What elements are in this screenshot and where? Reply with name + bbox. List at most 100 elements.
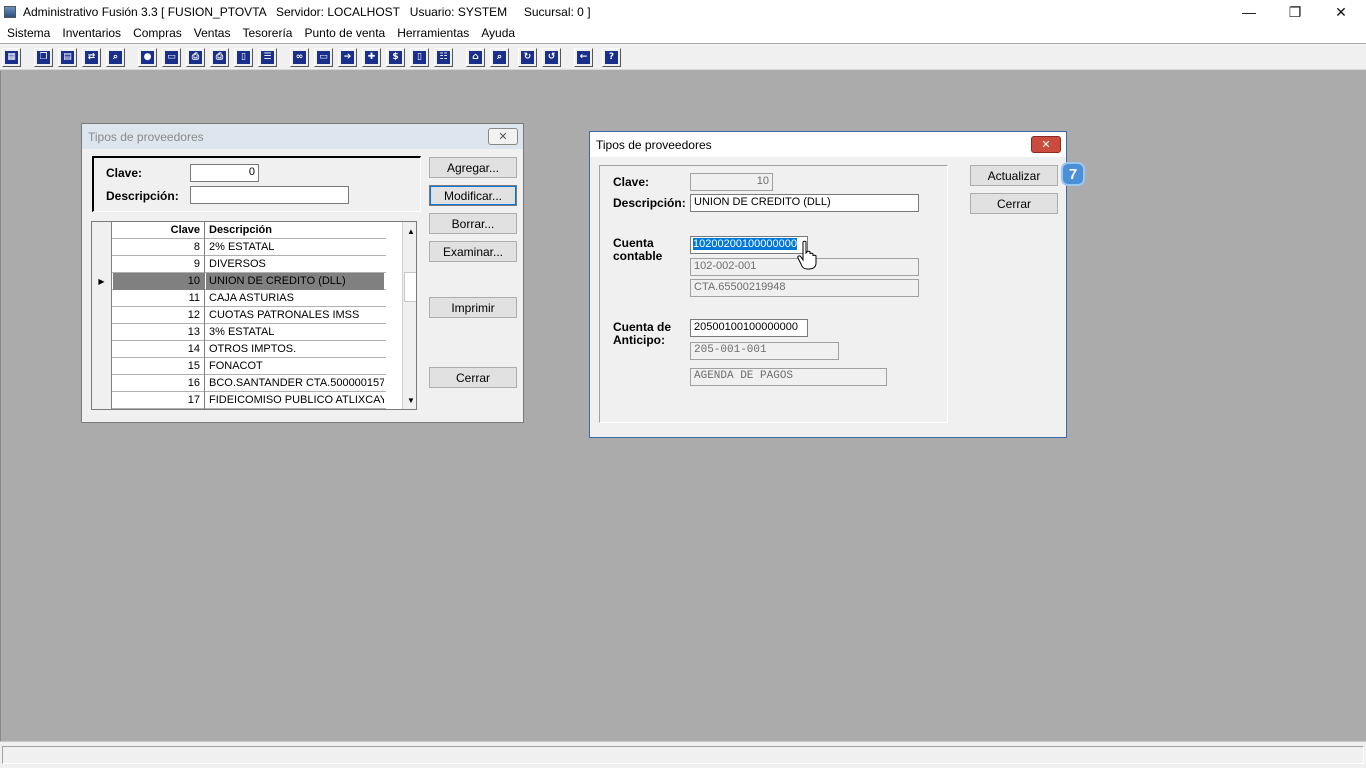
user-button[interactable]: ● [138,48,157,67]
examinar-button[interactable]: Examinar... [429,241,517,262]
row-indicator [92,239,112,256]
undo-icon: ↺ [545,51,558,64]
column-header-clave[interactable]: Clave [113,222,205,239]
refresh-icon: ↻ [521,51,534,64]
add-icon: ✚ [365,51,378,64]
menu-inventarios[interactable]: Inventarios [56,24,127,43]
printer-icon: ⎙ [213,51,226,64]
table-row[interactable]: 12 CUOTAS PATRONALES IMSS [92,307,386,324]
table-icon: ☷ [437,51,450,64]
cell-descripcion: OTROS IMPTOS. [209,343,297,355]
restore-button[interactable]: ❐ [1272,0,1318,24]
table-row[interactable]: 13 3% ESTATAL [92,324,386,341]
row-indicator [92,256,112,273]
filter-descripcion-input[interactable] [190,186,349,204]
table-row-selected[interactable]: ▶ 10 UNION DE CREDITO (DLL) [92,273,386,290]
table-row[interactable]: 16 BCO.SANTANDER CTA.5000001576 [92,375,386,392]
minimize-button[interactable]: — [1226,0,1272,24]
binoculars-icon: ∞ [293,51,306,64]
cuenta-contable-name: CTA.65500219948 [690,279,919,297]
scroll-up-icon[interactable]: ▲ [404,224,416,240]
print-icon: ⎙ [189,51,202,64]
cell-clave: 8 [113,239,205,256]
table-row[interactable]: 17 FIDEICOMISO PUBLICO ATLIXCAYO [92,392,386,409]
report-button[interactable]: ▯ [410,48,429,67]
undo-button[interactable]: ↺ [542,48,561,67]
zoom-icon: ⌕ [109,51,122,64]
add-button[interactable]: ✚ [362,48,381,67]
refresh-button[interactable]: ↻ [518,48,537,67]
status-panel [2,746,1364,764]
cuenta-anticipo-input[interactable]: 20500100100000000 [690,319,808,337]
modificar-button[interactable]: Modificar... [429,185,517,206]
cell-clave: 9 [113,256,205,273]
cuenta-contable-input[interactable]: 10200200100000000 [690,236,808,254]
dollar-button[interactable]: $ [386,48,405,67]
search-button[interactable]: ⌕ [490,48,509,67]
list-dialog-title: Tipos de proveedores [88,129,204,144]
help-button[interactable]: ? [602,48,621,67]
cuenta-anticipo-label-line1: Cuenta de [613,320,672,334]
agregar-button[interactable]: Agregar... [429,157,517,178]
row-indicator [92,375,112,392]
column-header-descripcion[interactable]: Descripción [206,222,384,239]
box-button[interactable]: ▭ [314,48,333,67]
menu-ventas[interactable]: Ventas [188,24,237,43]
cerrar-list-button[interactable]: Cerrar [429,367,517,388]
table-row[interactable]: 15 FONACOT [92,358,386,375]
row-indicator [92,341,112,358]
row-indicator [92,358,112,375]
menu-sistema[interactable]: Sistema [1,24,56,43]
cuenta-contable-label-line1: Cuenta [613,236,654,250]
edit-dialog-title: Tipos de proveedores [596,137,712,152]
cell-clave: 15 [113,358,205,375]
close-window-button[interactable]: ✕ [1318,0,1364,24]
cell-descripcion: 3% ESTATAL [209,326,275,338]
table-row[interactable]: 11 CAJA ASTURIAS [92,290,386,307]
scroll-thumb[interactable] [404,272,416,302]
back-button[interactable]: ← [574,48,593,67]
menu-herramientas[interactable]: Herramientas [391,24,475,43]
printer-button[interactable]: ⎙ [210,48,229,67]
print-button[interactable]: ⎙ [186,48,205,67]
menu-ayuda[interactable]: Ayuda [475,24,521,43]
list-button[interactable]: ☰ [258,48,277,67]
table-row[interactable]: 14 OTROS IMPTOS. [92,341,386,358]
exchange-button[interactable]: ⇄ [82,48,101,67]
cerrar-edit-button[interactable]: Cerrar [970,193,1058,214]
cell-descripcion: FONACOT [209,360,263,372]
filter-clave-input[interactable]: 0 [190,164,259,182]
export-button[interactable]: ➔ [338,48,357,67]
imprimir-button[interactable]: Imprimir [429,297,517,318]
cell-descripcion: DIVERSOS [209,258,266,270]
table-row[interactable]: 8 2% ESTATAL [92,239,386,256]
list-dialog-close-button[interactable]: ✕ [488,128,518,145]
table-button[interactable]: ☷ [434,48,453,67]
calculator-button[interactable]: ▦ [2,48,21,67]
folder-button[interactable]: ▭ [162,48,181,67]
export-icon: ➔ [341,51,354,64]
menu-punto-de-venta[interactable]: Punto de venta [298,24,391,43]
edit-dialog-close-button[interactable]: ✕ [1031,136,1061,153]
actualizar-button[interactable]: Actualizar [970,165,1058,186]
menu-tesoreria[interactable]: Tesorería [236,24,298,43]
document-button[interactable]: ▯ [234,48,253,67]
home-button[interactable]: ⌂ [466,48,485,67]
copy-icon: ❐ [37,51,50,64]
grid-scrollbar[interactable]: ▲ ▼ [402,222,416,409]
title-bar: Administrativo Fusión 3.3 [ FUSION_PTOVT… [0,0,1366,24]
cell-clave: 14 [113,341,205,358]
binoculars-button[interactable]: ∞ [290,48,309,67]
hand-cursor-icon [797,240,817,270]
folder-icon: ▭ [165,51,178,64]
cell-descripcion: BCO.SANTANDER CTA.5000001576 [209,377,384,389]
scroll-down-icon[interactable]: ▼ [404,393,416,409]
clipboard-button[interactable]: ▤ [58,48,77,67]
menu-compras[interactable]: Compras [127,24,188,43]
zoom-button[interactable]: ⌕ [106,48,125,67]
borrar-button[interactable]: Borrar... [429,213,517,234]
table-row[interactable]: 9 DIVERSOS [92,256,386,273]
edit-descripcion-input[interactable]: UNION DE CREDITO (DLL) [690,194,919,212]
copy-button[interactable]: ❐ [34,48,53,67]
providers-grid[interactable]: Clave Descripción 8 2% ESTATAL 9 DIVERSO… [91,221,417,410]
